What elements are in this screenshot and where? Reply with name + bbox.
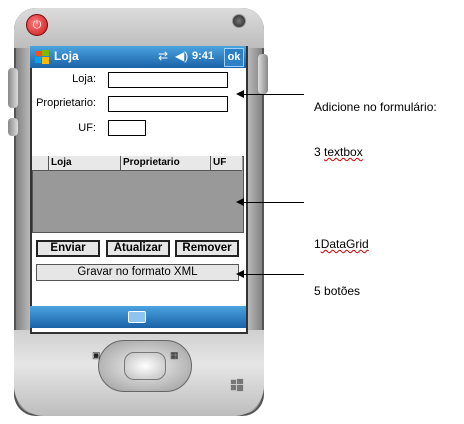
uf-label: UF: (78, 122, 96, 134)
annotation-arrowhead-form (236, 90, 244, 98)
camera-icon (232, 14, 246, 28)
buttons-word: botões (324, 284, 361, 298)
windows-logo-icon[interactable] (34, 49, 50, 65)
uf-textbox[interactable] (108, 120, 146, 136)
loja-textbox[interactable] (108, 72, 228, 88)
annotation-textbox-note: 3 textbox (314, 145, 363, 159)
softkey-right-icon[interactable]: ▦ (170, 350, 182, 360)
datagrid-row-header (32, 156, 48, 170)
annotation-form-note: Adicione no formulário: (314, 100, 437, 114)
textbox-word: textbox (324, 145, 363, 159)
annotation-arrowhead-buttons (236, 270, 244, 278)
annotation-datagrid-note: 1DataGrid (314, 237, 369, 251)
power-icon[interactable]: ⏻ (26, 14, 48, 36)
softkey-left-icon[interactable]: ▣ (92, 350, 104, 360)
dpad-center-button[interactable] (124, 352, 166, 380)
annotation-arrow-grid (240, 202, 304, 203)
atualizar-button[interactable]: Atualizar (106, 240, 170, 257)
annotation-arrow-form (240, 94, 304, 95)
side-button-right[interactable] (258, 54, 268, 94)
annotation-buttons-note: 5 botões (314, 284, 360, 298)
datagrid-word: DataGrid (320, 237, 369, 251)
datagrid-column-uf[interactable]: UF (210, 156, 242, 170)
proprietario-textbox[interactable] (108, 96, 228, 112)
side-button-left[interactable] (8, 68, 18, 108)
proprietario-label: Proprietario: (36, 97, 96, 109)
start-key-icon[interactable] (230, 378, 244, 392)
volume-icon[interactable]: ◀) (175, 49, 189, 63)
remover-button[interactable]: Remover (175, 240, 239, 257)
side-button-left-small[interactable] (8, 118, 18, 136)
datagrid-count: 1 (314, 237, 321, 251)
datagrid-column-proprietario[interactable]: Proprietario (120, 156, 210, 170)
annotation-arrow-buttons (240, 274, 304, 275)
ok-button[interactable]: ok (224, 48, 244, 67)
keyboard-icon[interactable] (128, 311, 146, 323)
buttons-count: 5 (314, 284, 321, 298)
device-top-bezel (14, 8, 264, 48)
annotation-arrowhead-grid (236, 198, 244, 206)
connectivity-icon[interactable]: ⇄ (158, 49, 172, 63)
enviar-button[interactable]: Enviar (36, 240, 100, 257)
datagrid-column-loja[interactable]: Loja (48, 156, 120, 170)
app-title: Loja (54, 49, 79, 63)
clock-time: 9:41 (192, 50, 215, 62)
textbox-count: 3 (314, 145, 321, 159)
gravar-xml-button[interactable]: Gravar no formato XML (36, 264, 239, 281)
loja-label: Loja: (72, 73, 96, 85)
